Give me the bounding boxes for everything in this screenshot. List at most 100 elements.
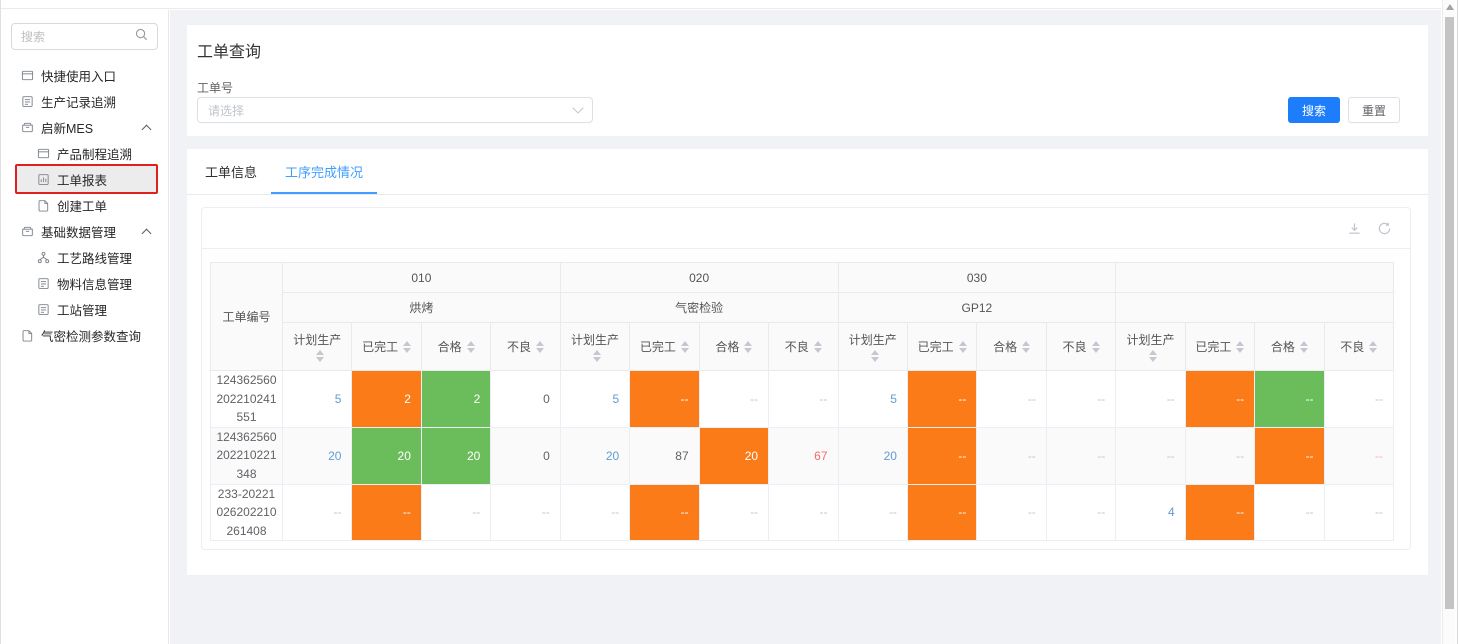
file-icon — [21, 329, 34, 342]
column-header-已完工[interactable]: 已完工 — [1185, 323, 1254, 371]
chevron-up-icon[interactable] — [142, 228, 152, 238]
sort-icon[interactable] — [316, 350, 324, 362]
value-cell: 0 — [491, 371, 560, 428]
column-header-已完工[interactable]: 已完工 — [907, 323, 976, 371]
value-cell: -- — [1324, 427, 1393, 484]
sort-icon[interactable] — [1236, 341, 1244, 353]
value-cell[interactable]: 20 — [560, 427, 629, 484]
sort-icon[interactable] — [681, 341, 689, 353]
sort-icon[interactable] — [959, 341, 967, 353]
value-cell[interactable]: 20 — [838, 427, 907, 484]
sidebar-item-label: 物料信息管理 — [57, 274, 132, 293]
column-header-合格[interactable]: 合格 — [1255, 323, 1324, 371]
sort-icon[interactable] — [536, 341, 544, 353]
chevron-up-icon[interactable] — [142, 124, 152, 134]
scrollbar-up-arrow-icon[interactable] — [1446, 4, 1454, 10]
search-input[interactable]: 搜索 — [11, 23, 158, 50]
sidebar-item-生产记录追溯[interactable]: 生产记录追溯 — [1, 88, 168, 114]
value-cell: -- — [1324, 371, 1393, 428]
tab-process-completion[interactable]: 工序完成情况 — [271, 149, 377, 194]
reset-button[interactable]: 重置 — [1348, 97, 1400, 123]
refresh-icon[interactable] — [1377, 221, 1392, 236]
sidebar-item-物料信息管理[interactable]: 物料信息管理 — [1, 270, 168, 296]
sort-icon[interactable] — [744, 341, 752, 353]
value-cell: 0 — [491, 427, 560, 484]
value-cell: -- — [1185, 484, 1254, 541]
column-header-计划生产[interactable]: 计划生产 — [283, 323, 352, 371]
tab-bar: 工单信息 工序完成情况 — [187, 149, 1428, 195]
value-cell: 2 — [352, 371, 421, 428]
value-cell[interactable]: 4 — [1116, 484, 1185, 541]
sort-icon[interactable] — [871, 350, 879, 362]
sidebar-item-气密检测参数查询[interactable]: 气密检测参数查询 — [1, 322, 168, 348]
sidebar-item-基础数据管理[interactable]: 基础数据管理 — [1, 218, 168, 244]
sidebar-item-快捷使用入口[interactable]: 快捷使用入口 — [1, 62, 168, 88]
process-completion-table: 工单编号010020030烘烤气密检验GP12计划生产已完工合格不良计划生产已完… — [210, 262, 1394, 541]
sidebar-item-产品制程追溯[interactable]: 产品制程追溯 — [1, 140, 168, 166]
sort-icon[interactable] — [1300, 341, 1308, 353]
group-header-blank — [1116, 263, 1394, 293]
process-completion-table-wrap: 工单编号010020030烘烤气密检验GP12计划生产已完工合格不良计划生产已完… — [210, 262, 1402, 541]
sidebar-item-工单报表[interactable]: 工单报表 — [17, 166, 156, 192]
scrollbar-thumb[interactable] — [1445, 17, 1454, 609]
value-cell[interactable]: 5 — [560, 371, 629, 428]
sidebar: 搜索 快捷使用入口生产记录追溯启新MES产品制程追溯工单报表创建工单基础数据管理… — [1, 10, 169, 644]
sort-icon[interactable] — [403, 341, 411, 353]
sidebar-item-工艺路线管理[interactable]: 工艺路线管理 — [1, 244, 168, 270]
sidebar-item-创建工单[interactable]: 创建工单 — [1, 192, 168, 218]
sidebar-item-label: 工单报表 — [57, 170, 107, 189]
scrollbar-track[interactable] — [1442, 0, 1455, 644]
sidebar-item-工站管理[interactable]: 工站管理 — [1, 296, 168, 322]
value-cell: -- — [491, 484, 560, 541]
sidebar-item-label: 创建工单 — [57, 196, 107, 215]
value-cell: 87 — [630, 427, 699, 484]
search-button[interactable]: 搜索 — [1288, 97, 1340, 123]
column-header-不良[interactable]: 不良 — [1046, 323, 1115, 371]
sort-icon[interactable] — [467, 341, 475, 353]
value-cell: -- — [1116, 371, 1185, 428]
sort-icon[interactable] — [1149, 350, 1157, 362]
column-header-已完工[interactable]: 已完工 — [630, 323, 699, 371]
column-header-计划生产[interactable]: 计划生产 — [560, 323, 629, 371]
value-cell: 2 — [421, 371, 490, 428]
window-icon — [21, 69, 34, 82]
sort-icon[interactable] — [1092, 341, 1100, 353]
download-icon[interactable] — [1347, 221, 1362, 236]
column-header-不良[interactable]: 不良 — [769, 323, 838, 371]
sidebar-item-label: 工艺路线管理 — [57, 248, 132, 267]
value-cell[interactable]: 5 — [838, 371, 907, 428]
column-header-合格[interactable]: 合格 — [421, 323, 490, 371]
column-header-不良[interactable]: 不良 — [491, 323, 560, 371]
sort-icon[interactable] — [1022, 341, 1030, 353]
sort-icon[interactable] — [814, 341, 822, 353]
sort-icon[interactable] — [593, 350, 601, 362]
column-header-合格[interactable]: 合格 — [977, 323, 1046, 371]
value-cell: -- — [1324, 484, 1393, 541]
column-header-order-no: 工单编号 — [211, 263, 283, 371]
column-header-计划生产[interactable]: 计划生产 — [1116, 323, 1185, 371]
folder-icon — [21, 225, 34, 238]
value-cell: -- — [699, 484, 768, 541]
tab-work-order-info[interactable]: 工单信息 — [191, 149, 271, 194]
sidebar-item-label: 工站管理 — [57, 300, 107, 319]
sidebar-item-启新MES[interactable]: 启新MES — [1, 114, 168, 140]
column-header-合格[interactable]: 合格 — [699, 323, 768, 371]
sort-icon[interactable] — [1369, 341, 1377, 353]
value-cell: -- — [907, 427, 976, 484]
group-header-010: 010 — [283, 263, 561, 293]
value-cell: -- — [352, 484, 421, 541]
work-order-select[interactable]: 请选择 — [197, 97, 593, 123]
sidebar-item-label: 快捷使用入口 — [41, 66, 116, 85]
column-header-计划生产[interactable]: 计划生产 — [838, 323, 907, 371]
sidebar-item-label: 基础数据管理 — [41, 222, 116, 241]
column-header-已完工[interactable]: 已完工 — [352, 323, 421, 371]
column-header-不良[interactable]: 不良 — [1324, 323, 1393, 371]
value-cell[interactable]: 20 — [283, 427, 352, 484]
value-cell: -- — [907, 371, 976, 428]
value-cell[interactable]: 5 — [283, 371, 352, 428]
table-panel: 工单编号010020030烘烤气密检验GP12计划生产已完工合格不良计划生产已完… — [201, 207, 1411, 550]
value-cell: -- — [421, 484, 490, 541]
file-icon — [37, 199, 50, 212]
value-cell: 20 — [699, 427, 768, 484]
value-cell: -- — [977, 484, 1046, 541]
